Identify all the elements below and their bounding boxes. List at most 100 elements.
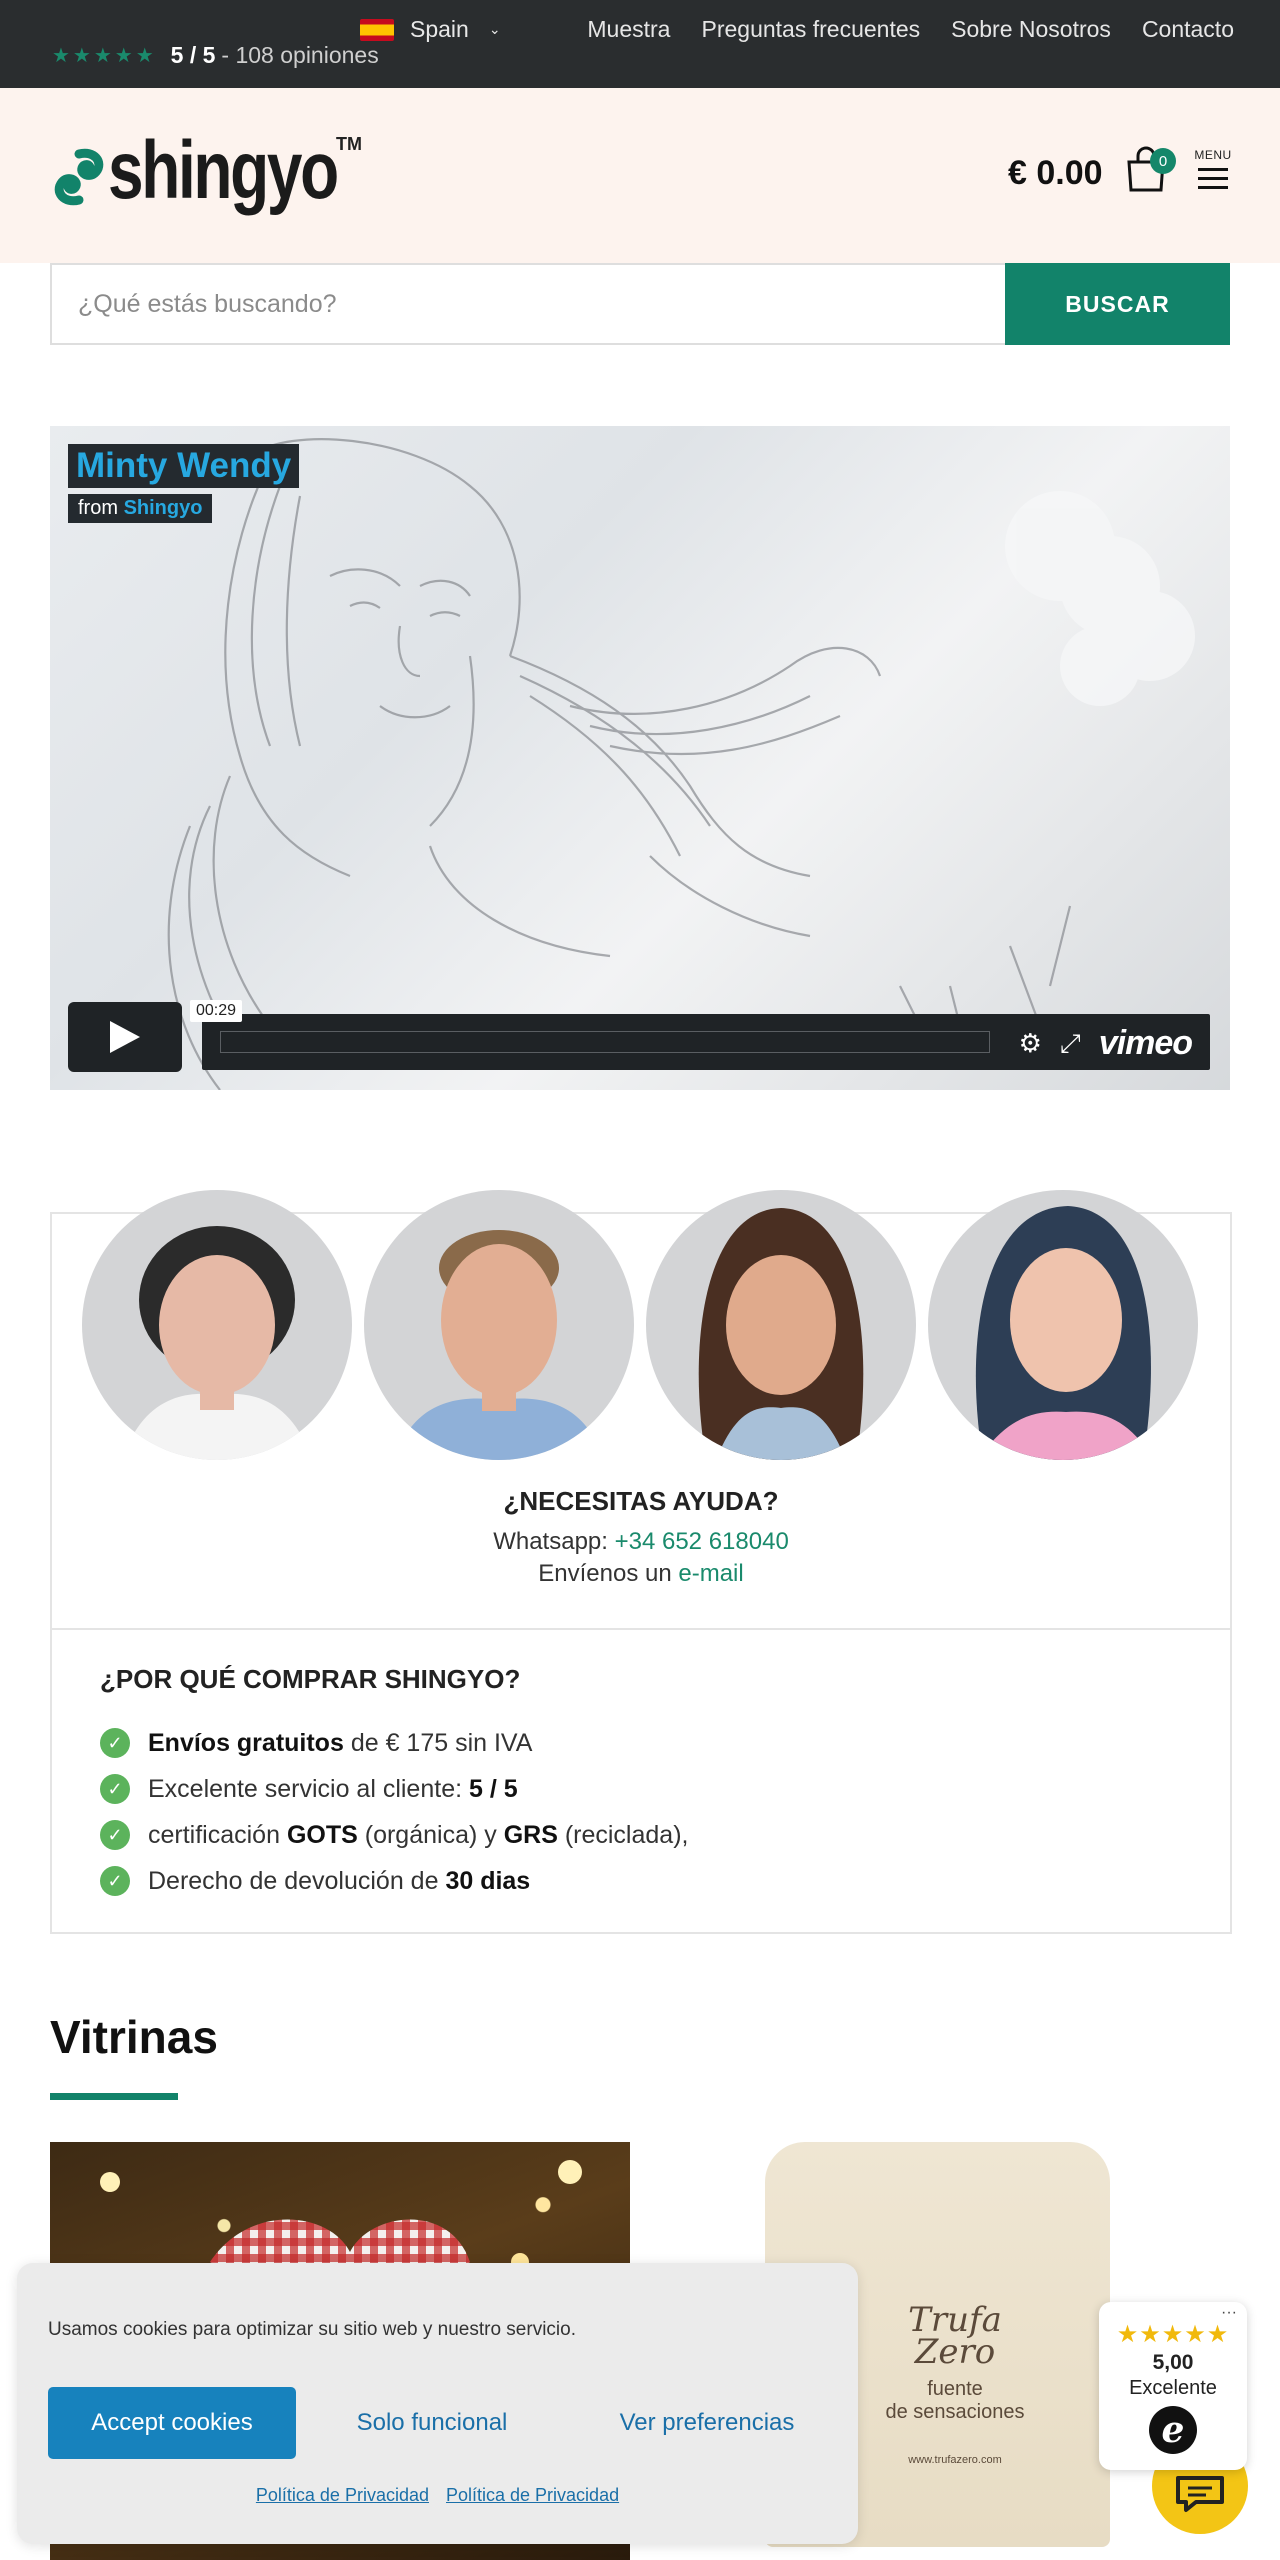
logo-swirl-icon [54,148,104,206]
person-portrait-icon [122,1226,312,1460]
menu-button[interactable]: MENU [1193,148,1233,189]
menu-label: MENU [1194,148,1232,162]
video-author-link[interactable]: Shingyo [124,497,203,519]
nav-link-about[interactable]: Sobre Nosotros [951,16,1111,43]
why-buy-heading: ¿POR QUÉ COMPRAR SHINGYO? [100,1664,521,1694]
privacy-links: Política de Privacidad Política de Priva… [17,2485,858,2506]
reason-text: (orgánica) y [357,1820,504,1849]
video-controls: ⚙ ⤢ vimeo [202,1014,1210,1070]
cart-count-badge: 0 [1150,148,1176,174]
check-icon: ✓ [100,1820,130,1850]
person-portrait-icon [975,1206,1153,1460]
cookie-banner: Usamos cookies para optimizar su sitio w… [17,2263,858,2544]
reason-bold: 30 dias [445,1866,531,1895]
check-icon: ✓ [100,1774,130,1804]
reason-text: (reciclada), [557,1820,689,1849]
reason-bold: GRS [503,1820,558,1849]
section-underline [50,2093,178,2100]
logo-wordmark: shingyo [108,125,339,216]
top-bar: ★★★★★ 5 / 5 - 108 opiniones Spain ⌄ Mues… [0,0,1280,88]
nav-link-contact[interactable]: Contacto [1142,16,1234,43]
team-avatar-2 [364,1190,634,1460]
search-input[interactable]: ¿Qué estás buscando? [50,263,1005,345]
trusted-shops-logo-icon: e [1149,2406,1197,2454]
bag-tagline: fuente [927,2378,983,2400]
hamburger-icon-bar [1198,177,1228,180]
trust-label: Excelente [1129,2377,1217,2399]
more-options-icon[interactable]: ··· [1221,2304,1237,2322]
bag-tagline: de sensaciones [885,2401,1025,2423]
privacy-policy-link[interactable]: Política de Privacidad [256,2485,429,2505]
nav-link-faq[interactable]: Preguntas frecuentes [701,16,920,43]
check-icon: ✓ [100,1728,130,1758]
hamburger-icon-bar [1198,186,1228,189]
reason-bold: GOTS [286,1820,358,1849]
vimeo-logo[interactable]: vimeo [1099,1024,1193,1063]
person-portrait-icon [698,1208,864,1460]
help-heading: ¿NECESITAS AYUDA? [503,1486,779,1516]
fullscreen-icon[interactable]: ⤢ [1060,1028,1081,1060]
trusted-shops-badge[interactable]: ··· ★★★★★ 5,00 Excelente e [1099,2302,1247,2470]
whatsapp-line: Whatsapp: +34 652 618040 [52,1528,1230,1556]
nav-link-muestra[interactable]: Muestra [587,16,670,43]
play-icon [110,1021,140,1053]
functional-only-button[interactable]: Solo funcional [307,2387,557,2459]
reason-text: certificación [148,1820,287,1849]
whatsapp-link[interactable]: +34 652 618040 [615,1528,789,1555]
top-nav: Muestra Preguntas frecuentes Sobre Nosot… [587,16,1234,43]
team-avatar-1 [82,1190,352,1460]
site-header: shingyo TM € 0.00 0 MENU [0,88,1280,263]
trufazero-bag-label: Trufa Zero fuente de sensaciones www.tru… [870,2300,1040,2466]
cart-total[interactable]: € 0.00 [1008,154,1103,193]
bag-brand-line2: Zero [914,2332,996,2372]
hamburger-icon [1198,168,1228,171]
email-prefix: Envíenos un [538,1560,672,1587]
reason-bold: Envíos gratuitos [148,1728,344,1757]
reason-text: Excelente servicio al cliente: [148,1774,469,1803]
email-link[interactable]: e-mail [678,1560,743,1587]
chevron-down-icon: ⌄ [488,21,501,37]
cookie-message: Usamos cookies para optimizar su sitio w… [48,2319,576,2340]
help-box: ¿NECESITAS AYUDA? Whatsapp: +34 652 6180… [50,1190,1232,1934]
person-portrait-icon [394,1230,604,1460]
email-line: Envíenos un e-mail [52,1560,1230,1588]
list-item: ✓ Excelente servicio al cliente: 5 / 5 [100,1766,688,1812]
list-item: ✓ certificación GOTS (orgánica) y GRS (r… [100,1812,688,1858]
trademark-mark: TM [336,134,362,154]
rating-score: 5 / 5 [170,42,216,68]
list-item: ✓ Derecho de devolución de 30 dias [100,1858,688,1904]
list-item: ✓ Envíos gratuitos de € 175 sin IVA [100,1720,688,1766]
spain-flag-icon [360,18,394,41]
search-button[interactable]: BUSCAR [1005,263,1230,345]
trust-score: 5,00 [1152,2351,1194,2374]
video-author: from Shingyo [68,494,213,523]
settings-gear-icon[interactable]: ⚙ [1019,1028,1042,1059]
store-rating[interactable]: ★★★★★ 5 / 5 - 108 opiniones [52,42,379,69]
team-avatar-4 [928,1190,1198,1460]
trust-stars: ★★★★★ [1116,2321,1230,2348]
divider [52,1628,1230,1630]
video-title[interactable]: Minty Wendy [68,444,300,488]
video-timecode: 00:29 [190,1000,243,1022]
reason-text: de € 175 sin IVA [343,1728,533,1757]
language-selector[interactable]: Spain ⌄ [360,16,501,43]
site-logo[interactable]: shingyo TM [50,125,401,216]
team-avatar-3 [646,1190,916,1460]
play-button[interactable] [68,1002,182,1072]
reason-bold: 5 / 5 [468,1774,518,1803]
whatsapp-label: Whatsapp: [493,1528,608,1555]
video-player[interactable]: Minty Wendy from Shingyo ⚙ ⤢ vimeo 00:29 [50,426,1230,1090]
accept-cookies-button[interactable]: Accept cookies [48,2387,296,2459]
video-from-prefix: from [78,497,118,519]
privacy-policy-link[interactable]: Política de Privacidad [446,2485,619,2505]
language-label: Spain [410,16,469,42]
rating-count: - 108 opiniones [221,42,379,68]
video-control-icons: ⚙ ⤢ vimeo [1019,1024,1193,1063]
view-preferences-button[interactable]: Ver preferencias [577,2387,837,2459]
why-buy-list: ✓ Envíos gratuitos de € 175 sin IVA ✓ Ex… [100,1720,688,1904]
video-progress-bar[interactable] [220,1031,990,1053]
section-title: Vitrinas [50,2011,218,2063]
embroidered-woman-illustration [167,438,1195,1090]
check-icon: ✓ [100,1866,130,1896]
reason-text: Derecho de devolución de [148,1866,446,1895]
